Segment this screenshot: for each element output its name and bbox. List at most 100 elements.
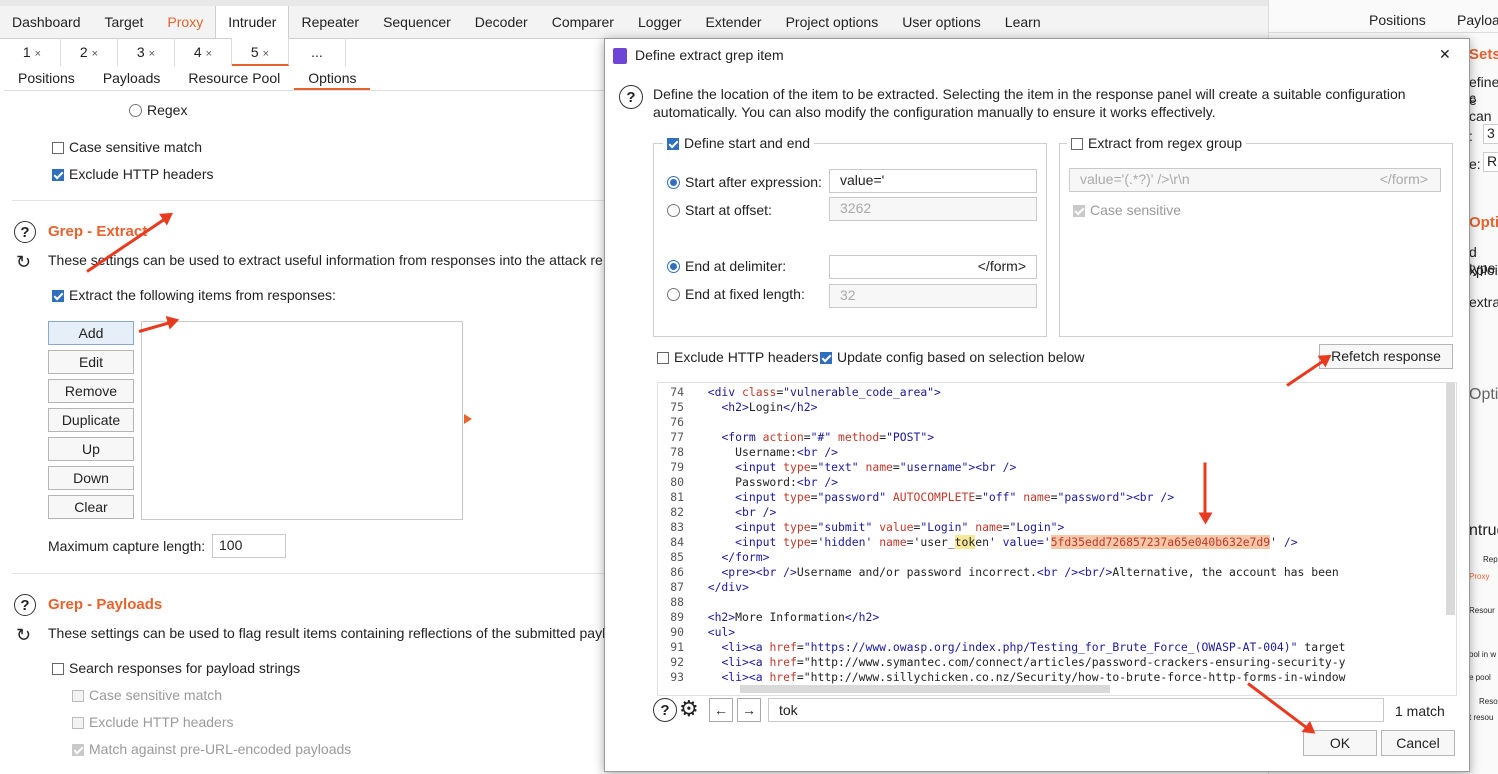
menu-target[interactable]: Target	[93, 6, 156, 38]
code-line[interactable]: 83 <input type="submit" value="Login" na…	[658, 520, 1064, 535]
extract-items-checkbox[interactable]	[52, 290, 64, 302]
code-line[interactable]: 88	[658, 595, 694, 610]
add-button[interactable]: Add	[48, 321, 134, 345]
remove-button[interactable]: Remove	[48, 379, 134, 403]
code-line[interactable]: 89 <h2>More Information</h2>	[658, 610, 879, 625]
refresh-icon[interactable]: ↻	[16, 252, 31, 273]
start-offset-option[interactable]: Start at offset:	[667, 202, 772, 218]
back-arrow-icon[interactable]: ←	[709, 698, 733, 722]
horizontal-scrollbar[interactable]	[740, 685, 1110, 693]
end-fixed-option[interactable]: End at fixed length:	[667, 286, 805, 302]
payload-case-checkbox[interactable]	[72, 690, 84, 702]
forward-arrow-icon[interactable]: →	[737, 698, 761, 722]
tab-options[interactable]: Options	[294, 66, 371, 90]
response-code-panel[interactable]: 74 <div class="vulnerable_code_area"> 75 …	[657, 382, 1457, 696]
menu-proxy[interactable]: Proxy	[155, 6, 215, 38]
attack-tab-1[interactable]: 1 ×	[4, 38, 61, 66]
code-line[interactable]: 93 <li><a href="http://www.sillychicken.…	[658, 670, 1345, 685]
exclude-headers-checkbox[interactable]	[52, 169, 64, 181]
define-start-end-checkbox[interactable]	[667, 138, 679, 150]
end-fixed-input[interactable]: 32	[829, 284, 1037, 308]
case-sensitive-checkbox[interactable]	[52, 142, 64, 154]
start-offset-radio[interactable]	[667, 204, 680, 217]
search-payload-option[interactable]: Search responses for payload strings	[52, 660, 300, 676]
code-line[interactable]: 82 <br />	[658, 505, 776, 520]
help-icon[interactable]: ?	[14, 594, 36, 616]
regex-option[interactable]: Regex	[129, 102, 187, 118]
end-fixed-radio[interactable]	[667, 288, 680, 301]
expand-arrow-icon[interactable]	[464, 414, 472, 424]
down-button[interactable]: Down	[48, 466, 134, 490]
dialog-exclude-checkbox[interactable]	[657, 352, 669, 364]
menu-intruder[interactable]: Intruder	[215, 6, 290, 38]
attack-tab-new[interactable]: ...	[289, 38, 346, 66]
menu-learn[interactable]: Learn	[993, 6, 1053, 38]
clear-button[interactable]: Clear	[48, 495, 134, 519]
edit-button[interactable]: Edit	[48, 350, 134, 374]
help-icon[interactable]: ?	[653, 698, 677, 722]
close-icon[interactable]: ×	[92, 48, 98, 60]
regex-input[interactable]: value='(.*?)' />\r\n </form>	[1069, 168, 1441, 192]
start-after-option[interactable]: Start after expression:	[667, 174, 822, 190]
refresh-icon[interactable]: ↻	[16, 625, 31, 646]
cancel-button[interactable]: Cancel	[1381, 730, 1455, 756]
payload-exclude-checkbox[interactable]	[72, 717, 84, 729]
regex-case-checkbox[interactable]	[1073, 205, 1085, 217]
update-config-checkbox[interactable]	[820, 352, 832, 364]
start-after-radio[interactable]	[667, 176, 680, 189]
menu-comparer[interactable]: Comparer	[540, 6, 626, 38]
up-button[interactable]: Up	[48, 437, 134, 461]
start-offset-input[interactable]: 3262	[829, 197, 1037, 221]
menu-sequencer[interactable]: Sequencer	[371, 6, 463, 38]
extracted-token[interactable]: 5fd35edd726857237a65e040b632e7d9	[1050, 535, 1271, 549]
code-line[interactable]: 80 Password:<br />	[658, 475, 838, 490]
code-line[interactable]: 90 <ul>	[658, 625, 735, 640]
code-line[interactable]: 75 <h2>Login</h2>	[658, 400, 817, 415]
menu-dashboard[interactable]: Dashboard	[0, 6, 93, 38]
close-icon[interactable]: ×	[35, 48, 41, 60]
payload-case-option[interactable]: Case sensitive match	[72, 687, 222, 703]
define-start-end-option[interactable]: Define start and end	[663, 135, 815, 151]
update-config-option[interactable]: Update config based on selection below	[820, 349, 1085, 365]
menu-user-options[interactable]: User options	[890, 6, 993, 38]
code-line[interactable]: 91 <li><a href="https://www.owasp.org/in…	[658, 640, 1345, 655]
end-delimiter-input[interactable]: </form>	[829, 255, 1037, 279]
start-after-input[interactable]: value='	[829, 169, 1037, 193]
menu-project-options[interactable]: Project options	[774, 6, 891, 38]
code-line[interactable]: 79 <input type="text" name="username"><b…	[658, 460, 1016, 475]
attack-tab-2[interactable]: 2 ×	[61, 38, 118, 66]
duplicate-button[interactable]: Duplicate	[48, 408, 134, 432]
menu-extender[interactable]: Extender	[694, 6, 774, 38]
regex-group-checkbox[interactable]	[1071, 138, 1083, 150]
payload-match-option[interactable]: Match against pre-URL-encoded payloads	[72, 741, 351, 757]
vertical-scrollbar[interactable]	[1446, 383, 1455, 615]
end-delimiter-option[interactable]: End at delimiter:	[667, 258, 786, 274]
peek-tab-payloads[interactable]: Payloa	[1457, 12, 1498, 28]
tab-payloads[interactable]: Payloads	[89, 66, 175, 90]
code-line[interactable]: 87 </div>	[658, 580, 749, 595]
regex-radio[interactable]	[129, 104, 142, 117]
dialog-exclude-option[interactable]: Exclude HTTP headers	[657, 349, 818, 365]
regex-group-option[interactable]: Extract from regex group	[1067, 135, 1247, 151]
regex-case-option[interactable]: Case sensitive	[1073, 202, 1181, 218]
payload-exclude-option[interactable]: Exclude HTTP headers	[72, 714, 233, 730]
close-icon[interactable]: ×	[263, 48, 269, 60]
payload-match-checkbox[interactable]	[72, 744, 84, 756]
code-line[interactable]: 78 Username:<br />	[658, 445, 838, 460]
close-icon[interactable]: ×	[206, 48, 212, 60]
code-line[interactable]: 74 <div class="vulnerable_code_area">	[658, 385, 941, 400]
close-icon[interactable]: ×	[149, 48, 155, 60]
attack-tab-4[interactable]: 4 ×	[175, 38, 232, 66]
settings-gear-icon[interactable]: ⚙	[679, 696, 699, 722]
code-line[interactable]: 84 <input type='hidden' name='user_token…	[658, 535, 1298, 550]
close-icon[interactable]: ✕	[1439, 46, 1451, 63]
code-line[interactable]: 85 </form>	[658, 550, 769, 565]
attack-tab-5[interactable]: 5 ×	[232, 38, 289, 66]
help-icon[interactable]: ?	[619, 85, 643, 109]
help-icon[interactable]: ?	[14, 221, 36, 243]
peek-tab-positions[interactable]: Positions	[1369, 12, 1426, 28]
menu-decoder[interactable]: Decoder	[463, 6, 540, 38]
refetch-button[interactable]: Refetch response	[1319, 344, 1453, 369]
max-capture-input[interactable]: 100	[212, 534, 286, 558]
exclude-headers-option[interactable]: Exclude HTTP headers	[52, 166, 213, 182]
